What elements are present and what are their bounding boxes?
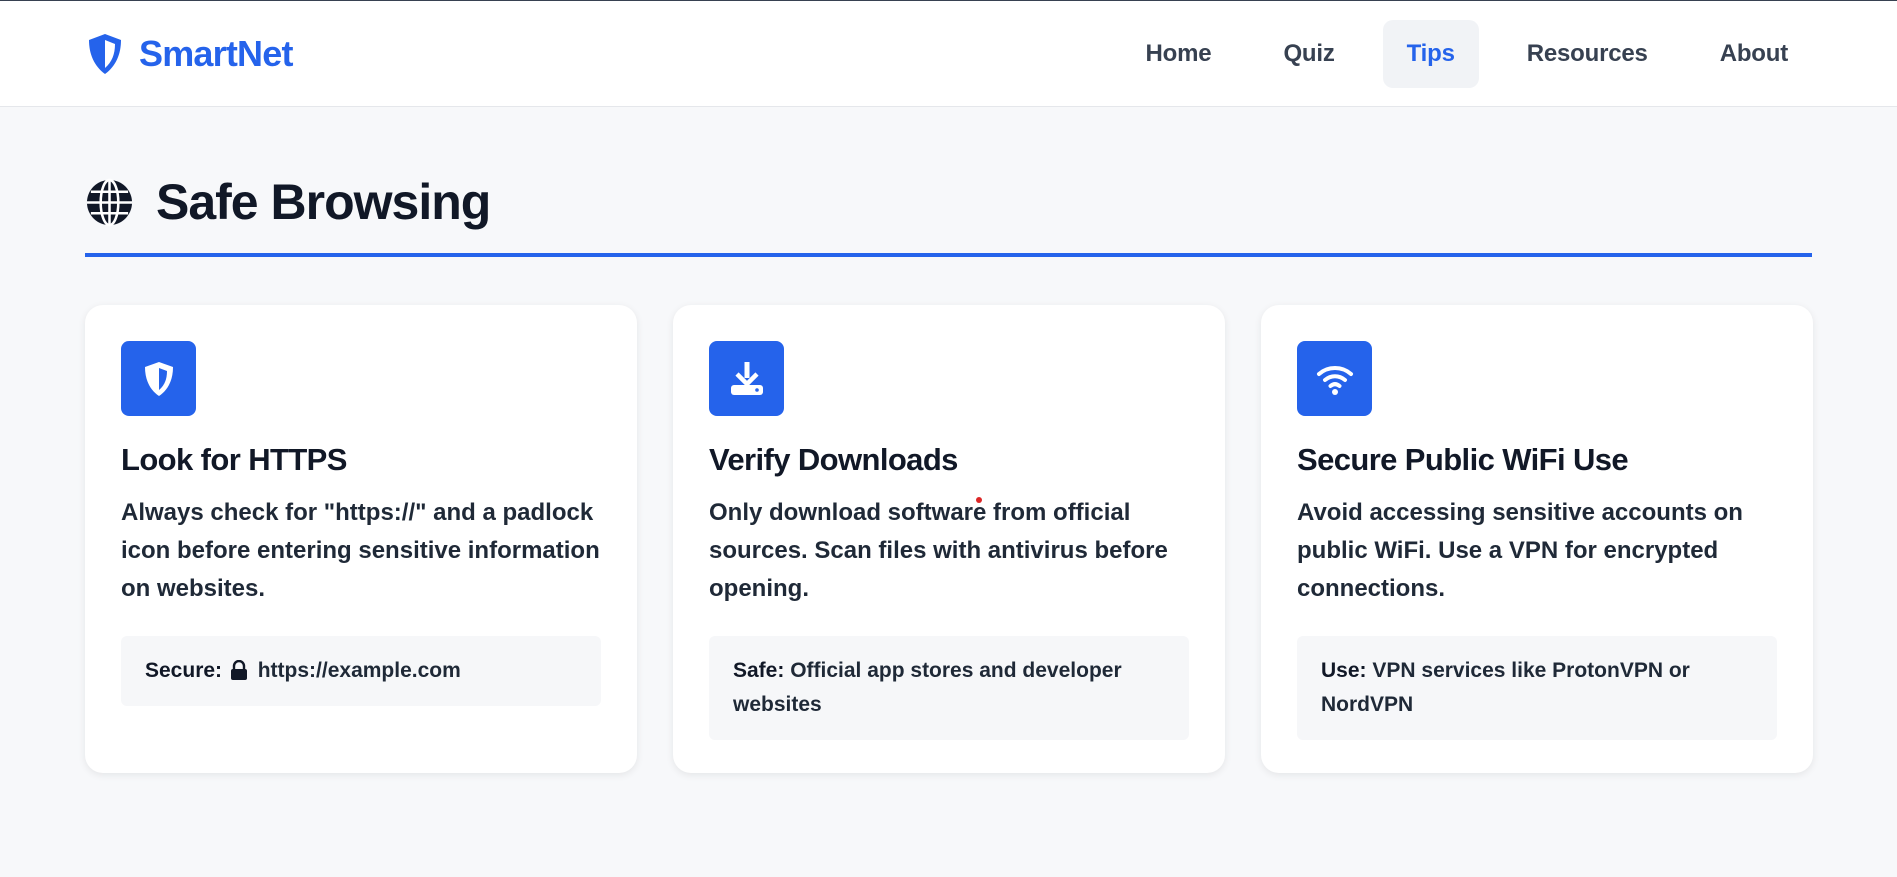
card-description: Always check for "https://" and a padloc… — [121, 499, 600, 602]
note-label: Secure: — [145, 659, 223, 682]
page-title: Safe Browsing — [156, 174, 491, 230]
nav-quiz[interactable]: Quiz — [1259, 20, 1358, 88]
card-icon-container — [121, 341, 196, 416]
card-description: Only download software from official sou… — [709, 499, 1168, 602]
shield-icon — [139, 359, 179, 399]
card-icon-container — [1297, 341, 1372, 416]
card-description: Avoid accessing sensitive accounts on pu… — [1297, 499, 1743, 602]
main-nav: Home Quiz Tips Resources About — [1122, 19, 1812, 88]
note-text: VPN services like ProtonVPN or NordVPN — [1321, 659, 1690, 716]
cursor-indicator — [976, 497, 982, 503]
note-label: Use: — [1321, 659, 1367, 682]
card-note: Use: VPN services like ProtonVPN or Nord… — [1297, 636, 1777, 740]
nav-about[interactable]: About — [1696, 20, 1812, 88]
brand-logo[interactable]: SmartNet — [85, 32, 293, 76]
lock-icon — [228, 659, 258, 682]
nav-tips[interactable]: Tips — [1382, 19, 1479, 88]
note-text: https://example.com — [257, 659, 461, 682]
tip-card-wifi: Secure Public WiFi Use Avoid accessing s… — [1261, 305, 1813, 773]
download-icon — [727, 359, 767, 399]
note-label: Safe: — [733, 659, 785, 682]
tip-card-downloads: Verify Downloads Only download software … — [673, 305, 1225, 773]
safe-browsing-section: Safe Browsing Look for HTTPS Always chec… — [0, 107, 1897, 773]
tip-card-https: Look for HTTPS Always check for "https:/… — [85, 305, 637, 773]
wifi-icon — [1315, 359, 1355, 399]
nav-home[interactable]: Home — [1122, 20, 1236, 88]
tips-cards: Look for HTTPS Always check for "https:/… — [85, 305, 1813, 773]
card-icon-container — [709, 341, 784, 416]
card-note: Secure: https://example.com — [121, 636, 601, 706]
card-title: Secure Public WiFi Use — [1297, 442, 1629, 477]
brand-name: SmartNet — [139, 32, 293, 74]
card-title: Look for HTTPS — [121, 442, 347, 477]
note-text: Official app stores and developer websit… — [733, 659, 1122, 716]
card-note: Safe: Official app stores and developer … — [709, 636, 1189, 740]
globe-icon — [85, 178, 134, 227]
card-title: Verify Downloads — [709, 442, 958, 477]
nav-resources[interactable]: Resources — [1503, 20, 1672, 88]
shield-icon — [85, 32, 125, 76]
section-header: Safe Browsing — [85, 173, 1812, 257]
top-navbar: SmartNet Home Quiz Tips Resources About — [0, 1, 1897, 107]
